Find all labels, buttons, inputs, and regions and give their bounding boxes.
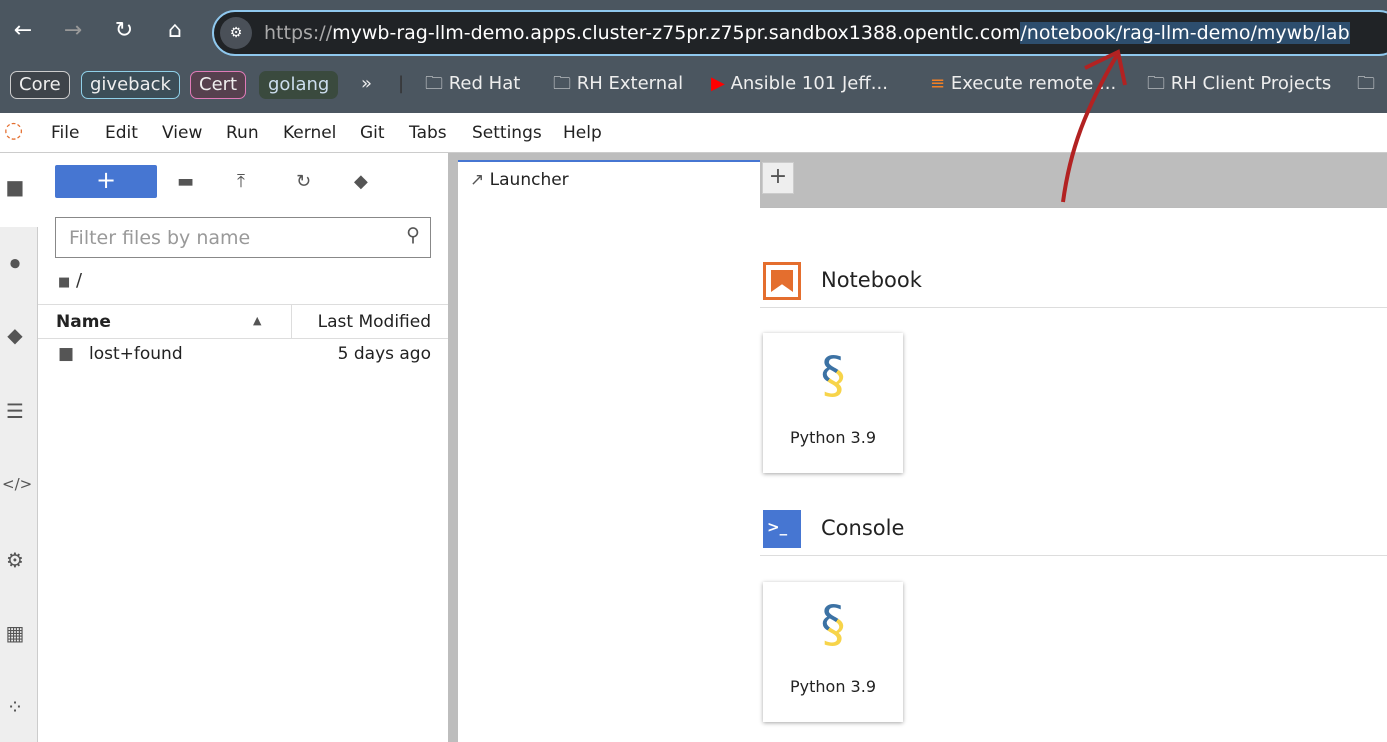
annotation-arrow — [1061, 49, 1127, 203]
